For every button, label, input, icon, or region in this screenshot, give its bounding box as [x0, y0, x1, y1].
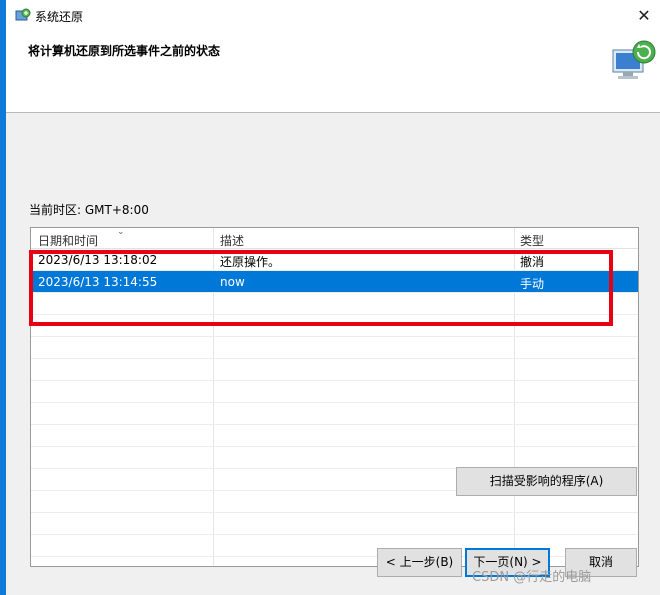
scan-affected-programs-button[interactable]: 扫描受影响的程序(A) — [456, 467, 637, 496]
system-restore-window: 系统还原 ✕ 将计算机还原到所选事件之前的状态 当前时区: GMT+8:00 ⌄… — [0, 0, 660, 595]
back-button[interactable]: < 上一步(B) — [377, 548, 462, 577]
empty-row — [31, 403, 638, 425]
list-header: ⌄ 日期和时间 描述 类型 — [31, 228, 638, 249]
column-header-type[interactable]: 类型 — [520, 232, 544, 249]
title-bar[interactable]: 系统还原 ✕ — [6, 0, 660, 34]
empty-row — [31, 447, 638, 469]
empty-row — [31, 425, 638, 447]
timezone-label: 当前时区: GMT+8:00 — [29, 203, 149, 217]
sort-down-icon: ⌄ — [117, 227, 125, 237]
annotation-highlight-box — [29, 250, 613, 326]
header-panel: 将计算机还原到所选事件之前的状态 — [6, 34, 660, 113]
close-button[interactable]: ✕ — [632, 4, 656, 28]
restore-computer-icon — [612, 40, 656, 79]
window-title: 系统还原 — [35, 10, 84, 24]
empty-row — [31, 337, 638, 359]
column-header-description[interactable]: 描述 — [220, 232, 244, 249]
empty-row — [31, 359, 638, 381]
page-title: 将计算机还原到所选事件之前的状态 — [28, 44, 221, 58]
watermark-text: CSDN @行走的电脑 — [472, 570, 592, 585]
empty-row — [31, 381, 638, 403]
system-restore-icon — [15, 8, 31, 21]
empty-row — [31, 513, 638, 535]
column-header-datetime[interactable]: 日期和时间 — [38, 232, 98, 249]
content-area: 当前时区: GMT+8:00 ⌄ 日期和时间 描述 类型 2023/6/13 1… — [6, 113, 660, 595]
